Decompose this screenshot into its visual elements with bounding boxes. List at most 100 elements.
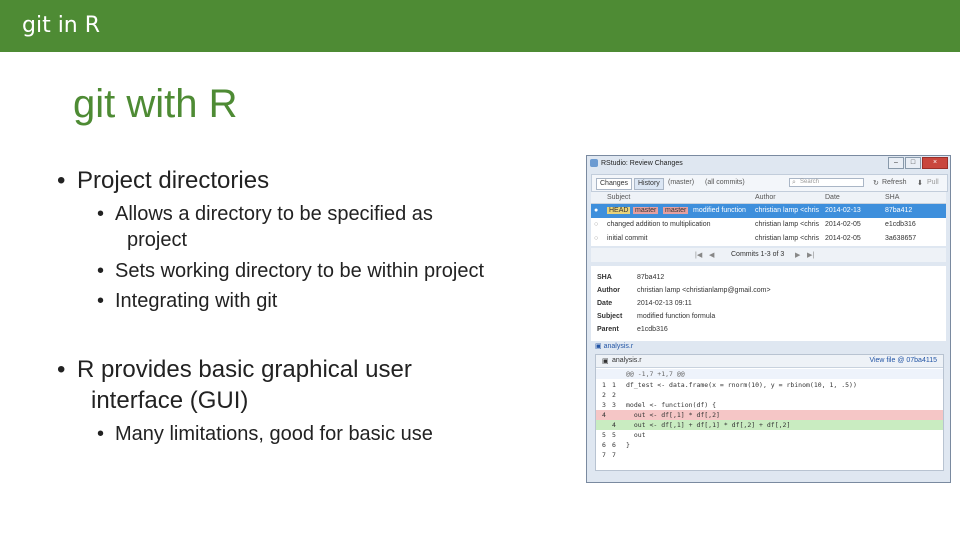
col-sha[interactable]: SHA (885, 194, 899, 201)
commit-row[interactable]: ○ changed addition to multiplication chr… (591, 218, 946, 232)
commit-row[interactable]: ○ initial commit christian lamp <chris 2… (591, 232, 946, 246)
bullet-project-directories: • Project directories (57, 167, 270, 195)
minimize-icon[interactable]: – (888, 157, 904, 169)
meta-label: Author (597, 287, 620, 294)
diff-code: out <- df[,1] + df[,1] * df[,2] + df[,2] (626, 421, 791, 429)
meta-label: Subject (597, 313, 623, 320)
bullet-dot: • (97, 290, 105, 312)
commit-row[interactable]: ● HEAD master master modified function c… (591, 204, 946, 218)
commit-sha: 87ba412 (885, 207, 913, 214)
header-bar: git in R (0, 0, 960, 52)
changed-file-link[interactable]: ▣ analysis.r (595, 342, 633, 350)
subbullet-1: • Allows a directory to be specified as (97, 201, 433, 227)
diff-line: 4 out <- df[,1] * df[,2] (596, 410, 943, 420)
search-input[interactable]: Search (789, 178, 864, 187)
bullet-dot: • (57, 167, 66, 194)
col-subject[interactable]: Subject (607, 194, 630, 201)
commit-date: 2014-02-05 (825, 235, 861, 242)
search-icon: ⌕ (792, 179, 796, 186)
maximize-icon[interactable]: □ (905, 157, 921, 169)
commit-filter-dropdown[interactable]: (all commits) (705, 179, 745, 186)
diff-line: 1 1 df_test <- data.frame(x = rnorm(10), y… (596, 380, 943, 390)
refresh-icon: ↻ (873, 180, 879, 187)
last-page-icon[interactable]: ▶| (807, 251, 814, 259)
new-line-number: 7 (612, 451, 616, 459)
commit-subject: initial commit (607, 235, 648, 242)
header-title: git in R (22, 13, 101, 38)
meta-value: modified function formula (637, 313, 716, 320)
commit-subject: modified function (693, 207, 746, 214)
commit-sha: 3a638657 (885, 235, 917, 242)
old-line-number: 1 (602, 381, 606, 389)
old-line-number: 6 (602, 441, 606, 449)
bullet-r-gui-cont: interface (GUI) (91, 387, 249, 414)
first-page-icon[interactable]: |◀ (695, 251, 702, 259)
prev-page-icon[interactable]: ◀ (709, 251, 714, 259)
subbullet-text: Allows a directory to be specified as (115, 203, 433, 225)
new-line-number: 4 (612, 421, 616, 429)
diff-line: 77 (596, 450, 943, 460)
old-line-number: 7 (602, 451, 606, 459)
diff-code: } (626, 441, 630, 449)
commit-author: christian lamp <chris (755, 221, 819, 228)
bullet-r-gui: • R provides basic graphical user (57, 356, 412, 384)
slide-title: git with R (73, 82, 238, 126)
subbullet-3: • Integrating with git (97, 288, 278, 314)
file-icon: ▣ (595, 343, 602, 350)
new-line-number: 5 (612, 431, 616, 439)
diff-line: 22 (596, 390, 943, 400)
col-date[interactable]: Date (825, 194, 840, 201)
diff-code: out <- df[,1] * df[,2] (626, 411, 720, 419)
meta-value: e1cdb316 (637, 326, 668, 333)
window-controls: – □ × (888, 157, 948, 169)
bullet-dot: • (57, 356, 66, 383)
pager-text: Commits 1-3 of 3 (731, 251, 785, 258)
diff-code: df_test <- data.frame(x = rnorm(10), y =… (626, 381, 857, 389)
diff-header: ▣ analysis.r View file @ 07ba4115 (596, 355, 943, 368)
new-line-number: 1 (612, 381, 616, 389)
commit-details: SHA 87ba412 Author christian lamp <christi… (591, 266, 946, 341)
bullet-text: R provides basic graphical user (77, 356, 412, 383)
diff-panel: ▣ analysis.r View file @ 07ba4115 @@ -1,… (595, 354, 944, 471)
refresh-button[interactable]: Refresh (882, 179, 907, 186)
col-author[interactable]: Author (755, 194, 776, 201)
tab-changes[interactable]: Changes (596, 178, 633, 190)
old-line-number: 5 (602, 431, 606, 439)
pull-button[interactable]: Pull (927, 179, 939, 186)
bullet-dot: • (97, 260, 105, 282)
file-icon: ▣ (602, 358, 609, 365)
pull-icon: ⬇ (917, 180, 923, 187)
graph-node-icon: ○ (594, 221, 599, 228)
next-page-icon[interactable]: ▶ (795, 251, 800, 259)
graph-node-icon: ● (594, 207, 599, 214)
commit-sha: e1cdb316 (885, 221, 916, 228)
subbullet-text: Many limitations, good for basic use (115, 423, 433, 445)
meta-label: Date (597, 300, 613, 307)
diff-line: 4 out <- df[,1] + df[,1] * df[,2] + df[,… (596, 420, 943, 430)
meta-value: 2014-02-13 09:11 (637, 300, 692, 307)
new-line-number: 3 (612, 401, 616, 409)
diff-code: model <- function(df) { (626, 401, 717, 409)
view-file-link[interactable]: View file @ 07ba4115 (869, 357, 937, 364)
tab-history[interactable]: History (634, 178, 664, 190)
commit-author: christian lamp <chris (755, 207, 819, 214)
subbullet-1-cont: project (127, 229, 188, 251)
diff-hunk-header: @@ -1,7 +1,7 @@ (596, 369, 943, 379)
diff-file-name: analysis.r (612, 357, 642, 364)
subbullet-2: • Sets working directory to be within pr… (97, 258, 485, 284)
old-line-number: 4 (602, 411, 606, 419)
meta-label: Parent (597, 326, 619, 333)
app-icon (590, 159, 598, 167)
history-column-header: Subject Author Date SHA (591, 192, 946, 204)
file-link-text: analysis.r (603, 343, 634, 350)
bullet-text: Project directories (77, 167, 270, 194)
subbullet-text: Integrating with git (115, 290, 278, 312)
subbullet-text: Sets working directory to be within proj… (115, 260, 485, 282)
branch-dropdown[interactable]: (master) (668, 179, 694, 186)
commit-subject: changed addition to multiplication (607, 221, 711, 228)
old-line-number: 3 (602, 401, 606, 409)
diff-line: 55 out (596, 430, 943, 440)
close-icon[interactable]: × (922, 157, 948, 169)
diff-line: 6 6} (596, 440, 943, 450)
toolbar: Changes History (master) (all commits) S… (591, 174, 948, 192)
